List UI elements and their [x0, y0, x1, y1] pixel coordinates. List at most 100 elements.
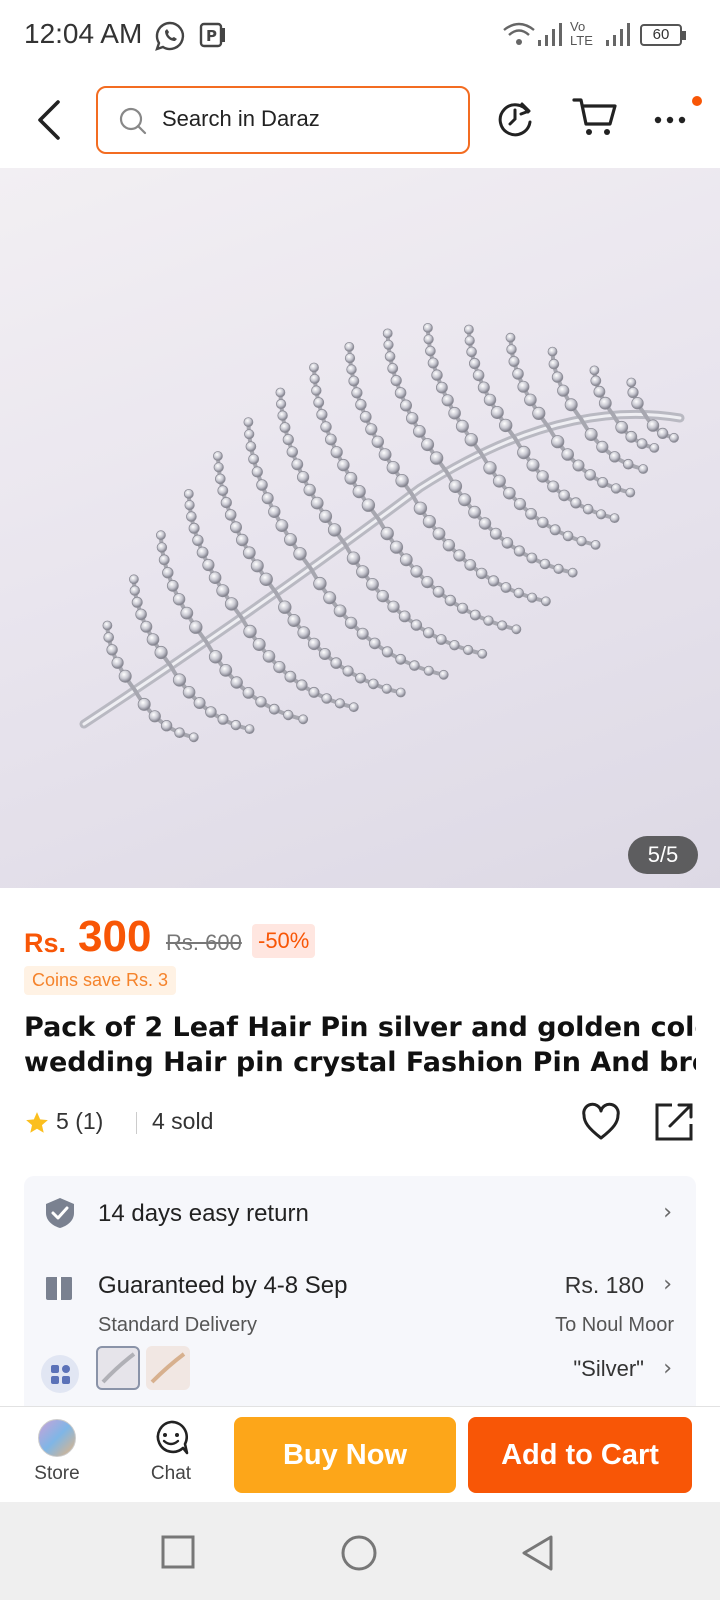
brooch-crystal [313, 397, 325, 408]
back-icon[interactable] [30, 96, 70, 144]
rating-value[interactable]: 5 (1) [56, 1108, 103, 1135]
brooch-crystal [192, 534, 204, 547]
brooch-crystal [313, 576, 327, 591]
brooch-crystal [250, 559, 264, 573]
brooch-crystal [217, 485, 229, 497]
brooch-crystal [158, 554, 170, 566]
shield-check-icon [46, 1198, 74, 1228]
brooch-crystal [224, 597, 239, 611]
brooch-crystal [483, 393, 497, 407]
brooch-crystal [378, 448, 392, 462]
return-policy-row[interactable]: 14 days easy return › [24, 1176, 696, 1250]
delivery-destination: To Noul Moor [555, 1314, 674, 1336]
brooch-crystal [286, 446, 299, 458]
brooch-crystal [441, 394, 454, 407]
brooch-crystal [625, 430, 638, 443]
brooch-crystal [448, 406, 461, 420]
brooch-crystal [595, 509, 607, 520]
brooch-crystal [208, 650, 223, 664]
product-image[interactable] [0, 168, 720, 888]
brooch-crystal [212, 451, 223, 461]
store-button[interactable]: Store [22, 1419, 92, 1491]
brooch-crystal [387, 362, 399, 374]
brooch-crystal [320, 421, 332, 433]
brooch-crystal [273, 660, 286, 674]
svg-text:P: P [206, 27, 217, 45]
brooch-crystal [517, 380, 530, 393]
history-icon[interactable] [496, 98, 536, 138]
brooch-crystal [131, 596, 143, 608]
brooch-crystal [282, 433, 294, 446]
delivery-row[interactable]: Guaranteed by 4-8 Sep Standard Delivery … [24, 1250, 696, 1336]
brooch-crystal [547, 346, 558, 357]
product-title-line-2: wedding Hair pin crystal Fashion Pin And… [24, 1047, 696, 1078]
brooch-crystal [517, 445, 531, 460]
brooch-crystal [561, 448, 574, 461]
whatsapp-icon [155, 21, 185, 51]
recents-icon[interactable] [160, 1534, 196, 1570]
brooch-crystal [584, 469, 596, 481]
home-icon[interactable] [340, 1534, 378, 1572]
top-header: Search in Daraz [0, 72, 720, 168]
brooch-crystal [346, 364, 357, 375]
brooch-crystal [567, 567, 578, 578]
brooch-crystal [524, 393, 537, 407]
signal-icon-1 [538, 23, 562, 46]
brooch-crystal [275, 387, 286, 398]
brooch-crystal [476, 567, 488, 580]
brooch-crystal [148, 710, 161, 723]
brooch-crystal [368, 678, 379, 690]
brooch-frond [385, 331, 449, 474]
brooch-crystal [572, 459, 585, 472]
brooch-crystal [321, 693, 333, 704]
brooch-crystal [576, 535, 587, 547]
brooch-crystal [277, 410, 288, 421]
brooch-crystal [541, 596, 551, 607]
search-icon [119, 107, 147, 135]
package-icon [46, 1277, 72, 1300]
brooch-crystal [492, 474, 506, 488]
brooch-crystal [230, 676, 243, 689]
variant-thumb-golden[interactable] [146, 1346, 190, 1390]
brooch-crystal [477, 648, 488, 659]
brooch-crystal [500, 582, 512, 593]
brooch-crystal [371, 435, 385, 449]
brooch-crystal [435, 381, 448, 394]
brooch-crystal [368, 637, 381, 650]
back-nav-icon[interactable] [520, 1534, 556, 1572]
cart-icon[interactable] [572, 96, 618, 138]
buy-now-button[interactable]: Buy Now [234, 1417, 456, 1493]
brooch-crystal [245, 441, 257, 452]
brooch-crystal [128, 574, 139, 585]
brooch-crystal [309, 362, 319, 373]
search-input[interactable]: Search in Daraz [96, 86, 470, 154]
variant-thumb-silver[interactable] [96, 1346, 140, 1390]
parking-icon: P [199, 22, 225, 48]
brooch-crystal [268, 505, 281, 519]
brooch-crystal [323, 591, 337, 605]
brooch-crystal [146, 633, 160, 646]
chat-button[interactable]: Chat [136, 1419, 206, 1491]
brooch-crystal [366, 577, 379, 591]
brooch-crystal [384, 351, 396, 362]
brooch-crystal [172, 673, 187, 687]
brooch-frond [246, 420, 313, 571]
system-nav-bar [0, 1502, 720, 1600]
brooch-crystal [172, 593, 186, 606]
brooch-crystal [215, 473, 226, 485]
heart-icon[interactable] [580, 1102, 622, 1144]
brooch-crystal [275, 398, 287, 410]
brooch-crystal [597, 476, 609, 488]
brooch-crystal [296, 470, 310, 484]
share-icon[interactable] [652, 1100, 696, 1144]
brooch-crystal [456, 602, 469, 614]
brooch-crystal [593, 385, 606, 398]
brooch-crystal [513, 587, 525, 599]
brooch-crystal [383, 339, 394, 350]
variant-row[interactable]: "Silver" › [24, 1336, 696, 1416]
brooch-crystal [346, 551, 361, 565]
add-to-cart-button[interactable]: Add to Cart [468, 1417, 692, 1493]
more-icon[interactable] [652, 102, 688, 138]
brooch-crystal [188, 522, 200, 534]
brooch-crystal [472, 369, 485, 382]
